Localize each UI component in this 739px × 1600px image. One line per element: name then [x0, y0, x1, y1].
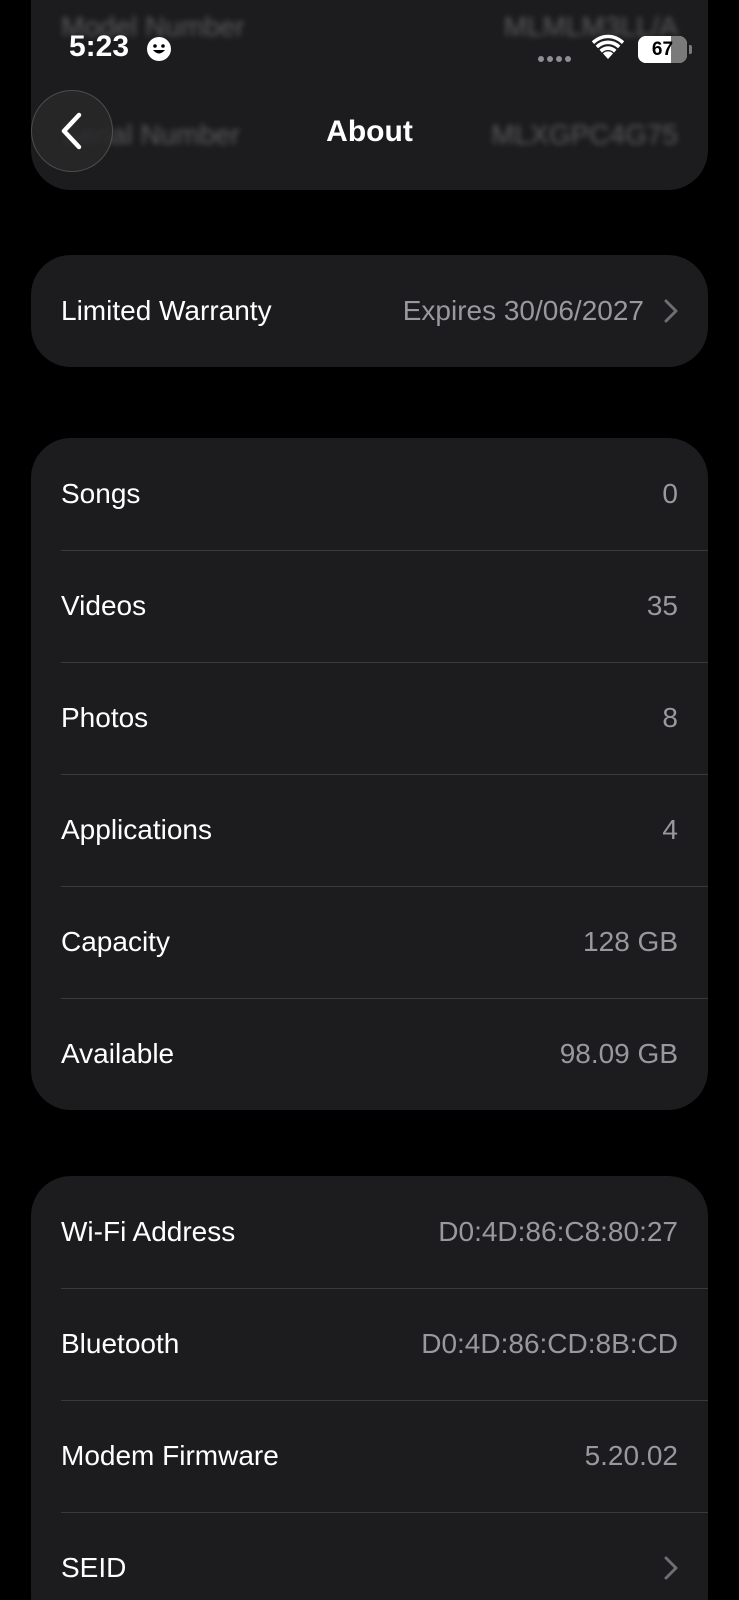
videos-label: Videos — [61, 590, 147, 621]
battery-icon: 67 — [638, 36, 687, 63]
capacity-value: 128 GB — [583, 926, 678, 957]
page-title: About — [326, 115, 413, 148]
photos-value: 8 — [662, 702, 678, 733]
modem-firmware-value: 5.20.02 — [584, 1440, 678, 1471]
capacity-row: Capacity 128 GB — [31, 886, 708, 998]
battery-tip — [689, 45, 692, 54]
videos-value: 35 — [646, 590, 678, 621]
available-value: 98.09 GB — [559, 1038, 678, 1069]
network-info-card: Wi-Fi Address D0:4D:86:C8:80:27 Bluetoot… — [31, 1176, 708, 1600]
battery-percentage: 67 — [651, 39, 674, 60]
bluetooth-label: Bluetooth — [61, 1328, 180, 1359]
photos-label: Photos — [61, 702, 149, 733]
limited-warranty-label: Limited Warranty — [61, 295, 272, 326]
cellular-signal-icon — [538, 49, 574, 67]
focus-smile-icon — [147, 37, 171, 61]
wifi-address-row: Wi-Fi Address D0:4D:86:C8:80:27 — [31, 1176, 708, 1288]
seid-label: SEID — [61, 1552, 127, 1583]
bluetooth-row: Bluetooth D0:4D:86:CD:8B:CD — [31, 1288, 708, 1400]
capacity-label: Capacity — [61, 926, 170, 957]
media-info-card: Songs 0 Videos 35 Photos 8 Applications … — [31, 438, 708, 1110]
warranty-card: Limited Warranty Expires 30/06/2027 — [31, 255, 708, 367]
modem-firmware-label: Modem Firmware — [61, 1440, 279, 1471]
chevron-right-icon — [664, 299, 678, 323]
wifi-icon — [591, 34, 625, 59]
wifi-address-value: D0:4D:86:C8:80:27 — [438, 1216, 678, 1247]
status-time: 5:23 — [69, 30, 130, 63]
photos-row: Photos 8 — [31, 662, 708, 774]
available-row: Available 98.09 GB — [31, 998, 708, 1110]
songs-row: Songs 0 — [31, 438, 708, 550]
limited-warranty-row[interactable]: Limited Warranty Expires 30/06/2027 — [31, 255, 708, 367]
available-label: Available — [61, 1038, 175, 1069]
applications-value: 4 — [662, 814, 678, 845]
modem-firmware-row: Modem Firmware 5.20.02 — [31, 1400, 708, 1512]
wifi-address-label: Wi-Fi Address — [61, 1216, 236, 1247]
songs-value: 0 — [662, 478, 678, 509]
bluetooth-value: D0:4D:86:CD:8B:CD — [421, 1328, 678, 1359]
applications-label: Applications — [61, 814, 212, 845]
status-bar: 5:23 67 — [0, 0, 739, 90]
videos-row: Videos 35 — [31, 550, 708, 662]
chevron-right-icon — [664, 1556, 678, 1580]
limited-warranty-value: Expires 30/06/2027 — [402, 295, 644, 326]
applications-row: Applications 4 — [31, 774, 708, 886]
seid-row[interactable]: SEID — [31, 1512, 708, 1600]
songs-label: Songs — [61, 478, 141, 509]
